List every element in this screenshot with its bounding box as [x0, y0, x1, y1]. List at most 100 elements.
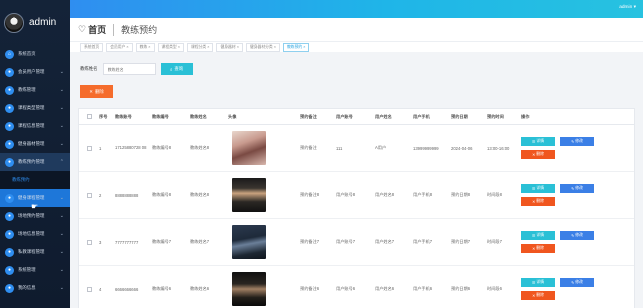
row-select-cell [79, 239, 97, 245]
page-title: 教练预约 [121, 25, 158, 35]
sidebar-item-course-types[interactable]: ● 课程类型管理 ⌄ [0, 99, 70, 117]
sidebar-item-label: 课程信息管理 [18, 123, 45, 128]
tag-equipment[interactable]: 健身器材 × [216, 42, 243, 52]
delete-button[interactable]: ✕ 删除 [521, 291, 555, 300]
coach-name-search-input[interactable] [102, 63, 156, 75]
sidebar-item-equipment[interactable]: ● 健身器材管理 ⌄ [0, 135, 70, 153]
tag-coach-booking[interactable]: 教练预约 × [283, 42, 310, 52]
delete-button[interactable]: ✕ 删除 [521, 244, 555, 253]
sidebar-item-courses[interactable]: ● 课程信息管理 ⌄ [0, 117, 70, 135]
detail-button[interactable]: ☰ 详情 [521, 137, 555, 146]
sidebar-item-label: 场地信息管理 [18, 231, 45, 236]
brand: admin [0, 0, 70, 45]
delete-button[interactable]: ✕ 删除 [521, 197, 555, 206]
cell-date: 预约日期6 [451, 286, 471, 291]
cell-date: 预约日期7 [451, 239, 471, 244]
detail-icon: ☰ [532, 281, 536, 285]
sidebar-item-members[interactable]: ● 会员用户管理 ⌄ [0, 63, 70, 81]
chevron-down-icon: ⌄ [59, 123, 64, 129]
cell-avatar [226, 178, 298, 212]
info-icon: ● [5, 283, 14, 293]
divider [113, 23, 115, 36]
edit-button[interactable]: ✎ 修改 [560, 184, 594, 193]
edit-button[interactable]: ✎ 修改 [560, 278, 594, 287]
edit-button[interactable]: ✎ 修改 [560, 137, 594, 146]
delete-label: 删除 [536, 152, 544, 156]
cell-user-name: A用户 [375, 145, 387, 150]
delete-icon: ✕ [532, 200, 536, 204]
cell-index: 3 [99, 239, 102, 245]
cell-index: 2 [99, 192, 102, 198]
home-label: 首页 [88, 25, 107, 35]
row-select-cell [79, 286, 97, 292]
cell-coach-account: 6666666666 [115, 286, 139, 292]
row-checkbox[interactable] [86, 145, 92, 151]
cell-user-phone: 用户手机6 [413, 286, 433, 291]
tag-course-type[interactable]: 课程类型 × [157, 42, 184, 52]
detail-button[interactable]: ☰ 详情 [521, 278, 555, 287]
bulk-delete-label: 删除 [94, 88, 104, 94]
row-checkbox[interactable] [86, 286, 92, 292]
delete-button[interactable]: ✕ 删除 [521, 150, 555, 159]
col-header: 教练账号 [115, 113, 132, 119]
cell-user-account: 用户账号6 [336, 286, 356, 291]
select-all-checkbox[interactable] [86, 114, 92, 119]
row-checkbox[interactable] [86, 192, 92, 198]
booking-table: 序号 教练账号 教练编号 教练姓名 头像 预约备注 用户账号 用户姓名 用户手机… [78, 108, 635, 308]
calendar-icon: ● [5, 157, 14, 167]
cell-user-account: 用户账号8 [336, 192, 356, 197]
cell-user-phone: 用户手机8 [413, 192, 433, 197]
edit-label: 修改 [575, 280, 583, 284]
coach-photo [232, 272, 266, 306]
user-menu[interactable]: admin ▾ [619, 5, 636, 10]
cell-avatar [226, 131, 298, 165]
sidebar-item-venue-info[interactable]: ● 场地信息管理 ⌄ [0, 225, 70, 243]
tab-tags: 系统首页 会员用户 × 教练 × 课程类型 × 课程分类 × 健身器材 × 健身… [70, 41, 643, 52]
sidebar-item-system[interactable]: ● 系统管理 ⌄ [0, 261, 70, 279]
cell-index: 4 [99, 286, 102, 292]
cell-coach-name: 教练姓名8 [190, 192, 210, 197]
sidebar-item-my-info[interactable]: ● 我的信息 ⌄ [0, 279, 70, 297]
col-header: 教练编号 [152, 113, 169, 119]
sidebar-subitem-coach-booking[interactable]: 教练预约 [0, 171, 70, 189]
col-header: 头像 [228, 113, 237, 119]
tag-home[interactable]: 系统首页 [80, 42, 104, 52]
col-header: 预约日期 [451, 113, 468, 119]
edit-icon: ✎ [571, 187, 575, 191]
cell-note: 预约备注7 [300, 239, 320, 244]
cell-actions: ☰ 详情 ✎ 修改 ✕ 删除 [519, 184, 629, 206]
home-link[interactable]: ♡ 首页 [78, 23, 106, 36]
cell-user-name: 用户姓名8 [375, 192, 395, 197]
chevron-down-icon: ⌄ [59, 231, 64, 237]
cell-time: 13:00-16:00 [487, 145, 510, 151]
cell-coach-no: 教练编号8 [152, 145, 172, 150]
detail-button[interactable]: ☰ 详情 [521, 231, 555, 240]
sidebar-item-coaches[interactable]: ● 教练管理 ⌄ [0, 81, 70, 99]
row-select-cell [79, 192, 97, 198]
chevron-down-icon: ⌄ [59, 141, 64, 147]
tag-equipment-category[interactable]: 健身器材分类 × [245, 42, 280, 52]
coach-icon: ● [5, 85, 14, 95]
search-button[interactable]: ⌕ 查询 [160, 63, 193, 75]
search-row: 教练姓名 ⌕查询 [80, 63, 193, 75]
tag-coach[interactable]: 教练 × [135, 42, 155, 52]
sidebar-item-coach-booking[interactable]: ● 教练预约管理 ⌃ [0, 153, 70, 171]
edit-button[interactable]: ✎ 修改 [560, 231, 594, 240]
table-row: 4 6666666666 教练编号6 教练姓名6 预约备注6 用户账号6 用户姓… [79, 266, 634, 308]
cell-coach-no: 教练编号7 [152, 239, 172, 244]
row-checkbox[interactable] [86, 239, 92, 245]
sidebar: admin ⌂ 系统首页 ● 会员用户管理 ⌄ ● 教练管理 ⌄ ● 课程类型管理 ⌄ ● 课程… [0, 0, 70, 308]
bulk-delete-button[interactable]: ✕ 删除 [80, 85, 113, 98]
topbar: admin ▾ [70, 0, 643, 18]
edit-label: 修改 [575, 139, 583, 143]
sidebar-item-label: 私教课程管理 [18, 249, 45, 254]
tag-members[interactable]: 会员用户 × [106, 42, 133, 52]
tag-course-category[interactable]: 课程分类 × [187, 42, 214, 52]
delete-label: 删除 [536, 246, 544, 250]
detail-button[interactable]: ☰ 详情 [521, 184, 555, 193]
delete-label: 删除 [536, 199, 544, 203]
chevron-down-icon: ⌄ [59, 249, 64, 255]
sidebar-item-private-courses[interactable]: ● 私教课程管理 ⌄ [0, 243, 70, 261]
sidebar-item-home[interactable]: ⌂ 系统首页 [0, 45, 70, 63]
venue-icon: ● [5, 211, 14, 221]
